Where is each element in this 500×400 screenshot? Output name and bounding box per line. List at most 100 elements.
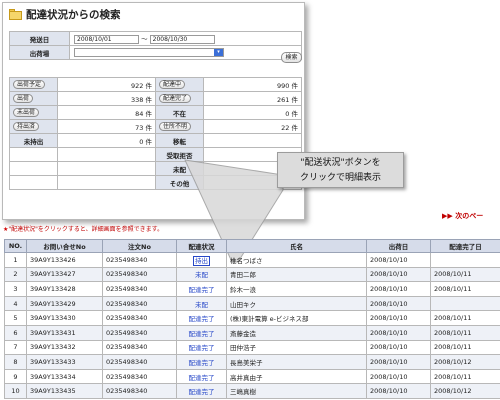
status-filter-button[interactable]: 出荷: [13, 94, 34, 103]
date-label: 発送日: [9, 31, 70, 46]
table-row: 1 39A9Y133426 0235498340 持出 椎名つばさ 2008/10/10: [4, 252, 500, 268]
cell-done: 2008/10/11: [430, 339, 500, 356]
cell-inquiry: 39A9Y133435: [26, 383, 103, 399]
date-to-input[interactable]: 2008/10/30: [149, 34, 215, 44]
callout-line-2: クリックで明細表示: [299, 173, 381, 183]
next-page-link[interactable]: ▶▶ 次のペー: [442, 211, 483, 221]
column-header: 配達完了日: [430, 239, 500, 253]
delivery-status-button[interactable]: 持出: [193, 255, 210, 266]
status-label-cell: [9, 175, 58, 190]
callout-line-1: "配送状況"ボタンを: [300, 158, 381, 168]
status-filter-button[interactable]: 配達中: [159, 80, 186, 89]
column-header: 氏名: [226, 239, 367, 253]
cell-done: 2008/10/11: [430, 368, 500, 385]
origin-label: 出荷場: [9, 45, 70, 60]
cell-ship: 2008/10/10: [366, 310, 431, 326]
page-title: 配達状況からの検索: [26, 8, 121, 21]
cell-order: 0235498340: [102, 354, 177, 370]
cell-status: 未配: [176, 266, 227, 283]
status-filter-button[interactable]: 出荷予定: [13, 80, 46, 89]
status-label-cell: その他: [155, 175, 204, 190]
delivery-status-button[interactable]: 未配: [195, 271, 208, 279]
column-header: NO.: [4, 239, 27, 253]
delivery-status-button[interactable]: 配達完了: [189, 315, 215, 323]
cell-order: 0235498340: [102, 324, 177, 341]
cell-ship: 2008/10/10: [366, 339, 431, 356]
delivery-status-button[interactable]: 配達完了: [189, 388, 215, 396]
status-count: [57, 147, 156, 162]
search-button[interactable]: 検索: [281, 52, 302, 63]
cell-name: 青田二郎: [226, 266, 367, 283]
origin-select[interactable]: ▾: [74, 48, 224, 57]
cell-inquiry: 39A9Y133434: [26, 368, 103, 385]
cell-status: 配達完了: [176, 281, 227, 297]
cell-done: 2008/10/12: [430, 354, 500, 370]
column-header: 出荷日: [366, 239, 431, 253]
cell-order: 0235498340: [102, 281, 177, 297]
status-filter-button[interactable]: 持出済: [13, 122, 40, 131]
status-label-cell: [9, 161, 58, 176]
status-filter-button[interactable]: 未出荷: [13, 108, 40, 117]
cell-ship: 2008/10/10: [366, 354, 431, 370]
cell-ship: 2008/10/10: [366, 295, 431, 312]
delivery-status-button[interactable]: 配達完了: [189, 344, 215, 352]
cell-ship: 2008/10/10: [366, 281, 431, 297]
cell-no: 5: [4, 310, 27, 326]
column-header: 配達状況: [176, 239, 227, 253]
status-count: [203, 133, 302, 148]
cell-order: 0235498340: [102, 339, 177, 356]
status-label-cell: 移転: [155, 133, 204, 148]
status-label-cell: 不在: [155, 105, 204, 120]
status-row: 未持出 0 件移転: [9, 133, 302, 148]
cell-name: 三嶋真樹: [226, 383, 367, 399]
status-row: その他: [9, 175, 302, 190]
table-row: 6 39A9Y133431 0235498340 配達完了 斎藤金造 2008/10/10…: [4, 324, 500, 341]
delivery-status-button[interactable]: 未配: [195, 301, 208, 309]
cell-name: 椎名つばさ: [226, 252, 367, 268]
delivery-status-button[interactable]: 配達完了: [189, 359, 215, 367]
status-count: 990 件: [203, 77, 302, 92]
date-separator: ～: [141, 35, 148, 44]
status-filter-button[interactable]: 配達完了: [159, 94, 192, 103]
table-row: 5 39A9Y133430 0235498340 配達完了 (株)東計電算 e-ビジネス…: [4, 310, 500, 326]
status-label-cell: 持出済: [9, 119, 58, 134]
cell-status: 配達完了: [176, 324, 227, 341]
cell-order: 0235498340: [102, 252, 177, 268]
cell-no: 3: [4, 281, 27, 297]
delivery-status-button[interactable]: 配達完了: [189, 286, 215, 294]
delivery-status-button[interactable]: 配達完了: [189, 374, 215, 382]
status-row: 未配: [9, 161, 302, 176]
table-row: 3 39A9Y133428 0235498340 配達完了 鈴木一浪 2008/10/10…: [4, 281, 500, 297]
status-label-cell: 未持出: [9, 133, 58, 148]
cell-status: 配達完了: [176, 310, 227, 326]
status-label-cell: 配達中: [155, 77, 204, 92]
cell-name: 長島美栄子: [226, 354, 367, 370]
cell-no: 7: [4, 339, 27, 356]
cell-no: 9: [4, 368, 27, 385]
search-panel: 配達状況からの検索 発送日 2008/10/01 ～ 2008/10/30 出荷…: [2, 2, 305, 220]
status-count: 338 件: [57, 91, 156, 106]
cell-ship: 2008/10/10: [366, 383, 431, 399]
cell-inquiry: 39A9Y133428: [26, 281, 103, 297]
cell-name: (株)東計電算 e-ビジネス部: [226, 310, 367, 326]
table-row: 4 39A9Y133429 0235498340 未配 山田キク 2008/10/10: [4, 295, 500, 312]
cell-name: 高井真由子: [226, 368, 367, 385]
date-from-input[interactable]: 2008/10/01: [74, 34, 139, 44]
cell-inquiry: 39A9Y133432: [26, 339, 103, 356]
delivery-status-button[interactable]: 配達完了: [189, 330, 215, 338]
status-filter-button[interactable]: 住所不明: [159, 122, 192, 131]
status-count: [57, 161, 156, 176]
table-header-row: NO. お問い合せNo 注文No 配達状況 氏名 出荷日 配達完了日: [4, 239, 500, 253]
column-header: 注文No: [102, 239, 177, 253]
status-label-cell: [9, 147, 58, 162]
cell-status: 配達完了: [176, 339, 227, 356]
cell-done: [430, 295, 500, 312]
table-row: 10 39A9Y133435 0235498340 配達完了 三嶋真樹 2008/10/1…: [4, 383, 500, 399]
cell-no: 10: [4, 383, 27, 399]
cell-inquiry: 39A9Y133430: [26, 310, 103, 326]
cell-status: 配達完了: [176, 368, 227, 385]
results-table: NO. お問い合せNo 注文No 配達状況 氏名 出荷日 配達完了日 1 39A9Y13342…: [4, 239, 500, 399]
search-form: 発送日 2008/10/01 ～ 2008/10/30 出荷場 ▾: [9, 31, 302, 60]
table-row: 7 39A9Y133432 0235498340 配達完了 田仲浩子 2008/10/10…: [4, 339, 500, 356]
chevron-down-icon: ▾: [214, 49, 223, 56]
